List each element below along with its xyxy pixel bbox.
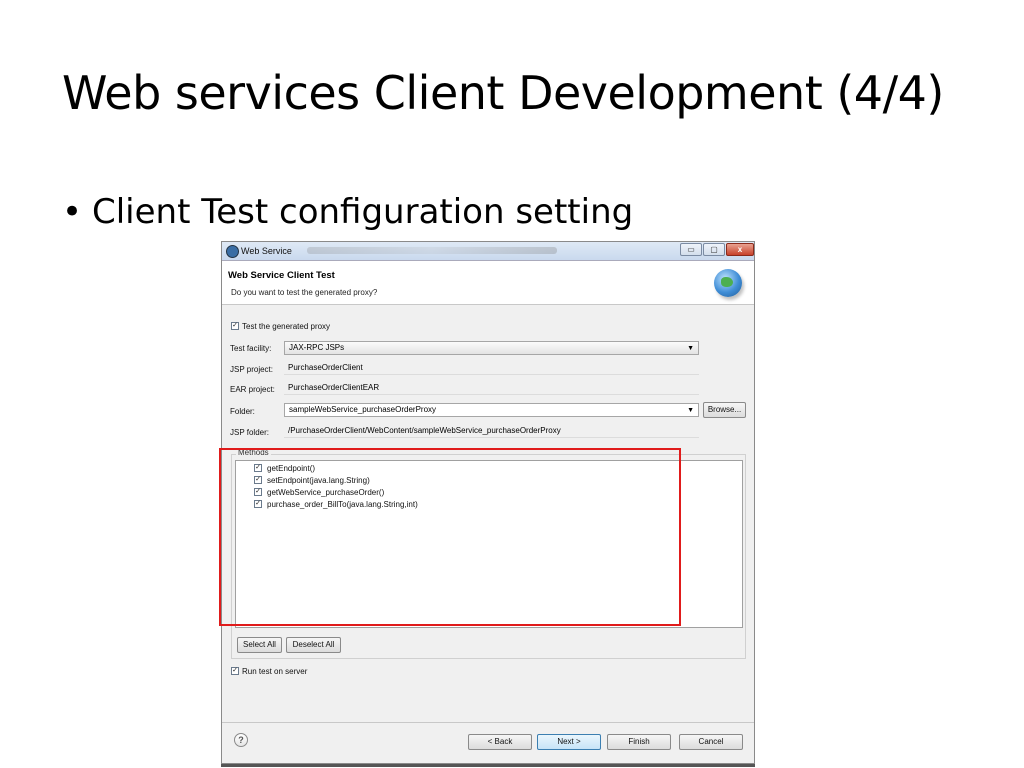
wizard-title: Web Service Client Test xyxy=(228,270,335,281)
finish-button[interactable]: Finish xyxy=(607,734,671,750)
folder-value: sampleWebService_purchaseOrderProxy xyxy=(289,405,437,414)
blurred-title-region xyxy=(307,247,557,254)
ear-project-label: EAR project: xyxy=(230,385,275,394)
test-facility-select[interactable]: JAX-RPC JSPs ▼ xyxy=(284,341,699,355)
jsp-folder-value: /PurchaseOrderClient/WebContent/sampleWe… xyxy=(284,424,699,438)
test-proxy-checkbox[interactable]: ✓ xyxy=(231,322,239,330)
slide-title: Web services Client Development (4/4) xyxy=(62,66,944,120)
window-titlebar[interactable]: Web Service ▭ ▢ x xyxy=(222,242,754,261)
folder-label: Folder: xyxy=(230,407,255,416)
chevron-down-icon: ▼ xyxy=(687,407,694,414)
jsp-project-label: JSP project: xyxy=(230,365,273,374)
maximize-button[interactable]: ▢ xyxy=(703,243,725,256)
browse-button[interactable]: Browse... xyxy=(703,402,746,418)
methods-highlight-box xyxy=(219,448,681,626)
folder-select[interactable]: sampleWebService_purchaseOrderProxy ▼ xyxy=(284,403,699,417)
back-button[interactable]: < Back xyxy=(468,734,532,750)
test-facility-label: Test facility: xyxy=(230,344,272,353)
footer-separator xyxy=(222,722,754,723)
deselect-all-button[interactable]: Deselect All xyxy=(286,637,341,653)
help-icon[interactable]: ? xyxy=(234,733,248,747)
jsp-folder-label: JSP folder: xyxy=(230,428,269,437)
jsp-project-value: PurchaseOrderClient xyxy=(284,361,699,375)
select-all-button[interactable]: Select All xyxy=(237,637,282,653)
minimize-button[interactable]: ▭ xyxy=(680,243,702,256)
globe-land xyxy=(721,277,733,287)
test-facility-value: JAX-RPC JSPs xyxy=(289,343,345,352)
bullet-text: Client Test configuration setting xyxy=(92,192,634,232)
globe-icon xyxy=(714,269,742,297)
slide-bullet: • Client Test configuration setting xyxy=(62,192,633,232)
wizard-subtitle: Do you want to test the generated proxy? xyxy=(231,288,378,297)
bullet-mark: • xyxy=(62,192,83,232)
close-button[interactable]: x xyxy=(726,243,754,256)
ear-project-value: PurchaseOrderClientEAR xyxy=(284,381,699,395)
run-test-checkbox[interactable]: ✓ xyxy=(231,667,239,675)
cancel-button[interactable]: Cancel xyxy=(679,734,743,750)
wizard-header: Web Service Client Test Do you want to t… xyxy=(222,261,754,305)
next-button[interactable]: Next > xyxy=(537,734,601,750)
chevron-down-icon: ▼ xyxy=(687,345,694,352)
run-test-label: Run test on server xyxy=(242,667,308,676)
test-proxy-label: Test the generated proxy xyxy=(242,322,331,331)
window-title: Web Service xyxy=(241,246,292,256)
eclipse-icon xyxy=(226,245,239,258)
bottom-edge-line xyxy=(221,764,755,767)
